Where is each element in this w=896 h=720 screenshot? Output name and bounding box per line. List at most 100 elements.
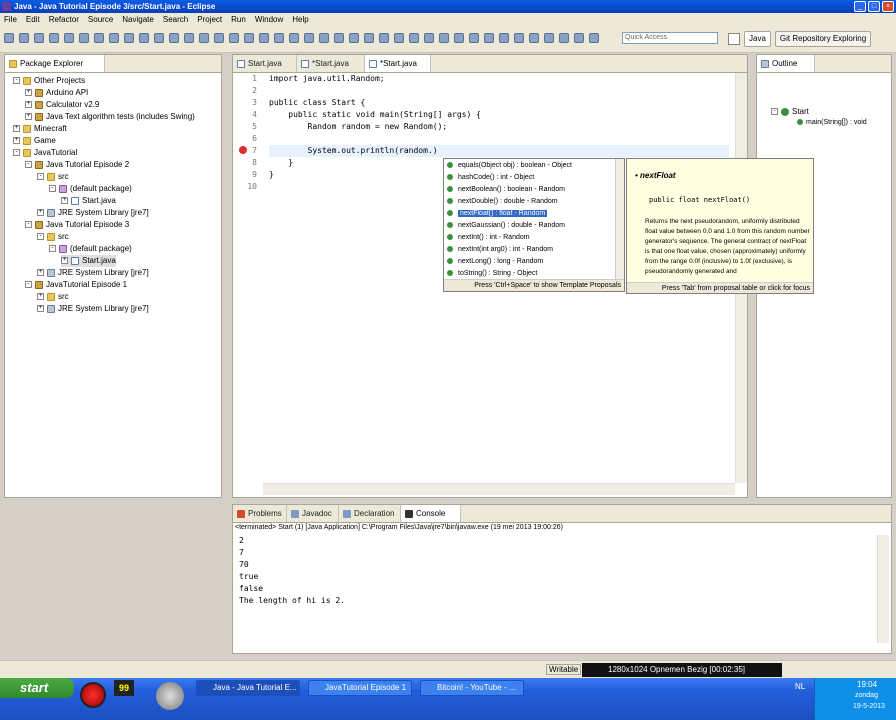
menu-navigate[interactable]: Navigate bbox=[122, 15, 154, 24]
new-icon[interactable] bbox=[139, 33, 149, 43]
expand-toggle-icon[interactable]: + bbox=[37, 269, 44, 277]
tree-item[interactable]: - JavaTutorial bbox=[13, 147, 77, 159]
tree-item[interactable]: + Java Text algorithm tests (includes Swi… bbox=[25, 111, 195, 123]
tab-console[interactable]: Console bbox=[401, 505, 461, 522]
tree-item[interactable]: - src bbox=[37, 231, 69, 243]
menu-refactor[interactable]: Refactor bbox=[49, 15, 79, 24]
back-icon[interactable] bbox=[109, 33, 119, 43]
debug-icon[interactable] bbox=[589, 33, 599, 43]
save-icon[interactable] bbox=[559, 33, 569, 43]
tree-item[interactable]: - Other Projects bbox=[13, 75, 85, 87]
forward-icon[interactable] bbox=[124, 33, 134, 43]
tree-item[interactable]: - Java Tutorial Episode 3 bbox=[25, 219, 129, 231]
disc-quicklaunch-icon[interactable] bbox=[156, 682, 184, 710]
print-icon[interactable] bbox=[34, 33, 44, 43]
save-icon[interactable] bbox=[19, 33, 29, 43]
editor-tab-active[interactable]: *Start.java bbox=[365, 55, 431, 72]
taskbar-item-folder[interactable]: JavaTutorial Episode 1 bbox=[308, 680, 412, 696]
editor-tab[interactable]: *Start.java bbox=[297, 55, 365, 72]
app-quicklaunch-icon[interactable]: 99 bbox=[114, 680, 134, 696]
expand-toggle-icon[interactable]: - bbox=[37, 173, 44, 181]
git-perspective-button[interactable]: Git Repository Exploring bbox=[774, 31, 872, 47]
outline-class-node[interactable]: - Start bbox=[771, 107, 809, 116]
forward-icon[interactable] bbox=[394, 33, 404, 43]
record-icon[interactable] bbox=[80, 682, 106, 708]
back-icon[interactable] bbox=[244, 33, 254, 43]
expand-toggle-icon[interactable]: + bbox=[13, 125, 20, 133]
tree-item[interactable]: + JRE System Library [jre7] bbox=[37, 303, 149, 315]
tree-item[interactable]: + Game bbox=[13, 135, 56, 147]
proposal-item[interactable]: nextGaussian() : double - Random bbox=[444, 220, 614, 232]
new-icon[interactable] bbox=[274, 33, 284, 43]
back-icon[interactable] bbox=[514, 33, 524, 43]
java-perspective-button[interactable]: Java bbox=[744, 31, 771, 47]
menu-window[interactable]: Window bbox=[255, 15, 283, 24]
search-icon[interactable] bbox=[214, 33, 224, 43]
save-icon[interactable] bbox=[154, 33, 164, 43]
open-perspective-icon[interactable] bbox=[728, 33, 740, 45]
tab-outline[interactable]: Outline bbox=[757, 55, 815, 72]
code-line[interactable]: public static void main(String[] args) { bbox=[269, 109, 481, 121]
start-button[interactable]: start bbox=[0, 678, 74, 698]
print-icon[interactable] bbox=[169, 33, 179, 43]
javadoc-hover[interactable]: • nextFloat public float nextFloat() Ret… bbox=[626, 158, 814, 294]
console-output[interactable]: 2 7 70 true false The length of hi is 2. bbox=[233, 535, 873, 645]
new-icon[interactable] bbox=[4, 33, 14, 43]
open-type-icon[interactable] bbox=[499, 33, 509, 43]
tree-item[interactable]: + JRE System Library [jre7] bbox=[37, 267, 149, 279]
menu-source[interactable]: Source bbox=[88, 15, 113, 24]
quick-access-input[interactable]: Quick Access bbox=[622, 32, 718, 44]
tree-item[interactable]: - JavaTutorial Episode 1 bbox=[25, 279, 127, 291]
expand-toggle-icon[interactable]: + bbox=[37, 209, 44, 217]
tree-item[interactable]: - (default package) bbox=[49, 183, 132, 195]
language-indicator[interactable]: NL bbox=[795, 682, 805, 691]
forward-icon[interactable] bbox=[529, 33, 539, 43]
expand-toggle-icon[interactable]: + bbox=[25, 89, 32, 97]
expand-toggle-icon[interactable]: - bbox=[37, 233, 44, 241]
save-icon[interactable] bbox=[289, 33, 299, 43]
editor-tab[interactable]: Start.java bbox=[233, 55, 297, 72]
expand-toggle-icon[interactable]: + bbox=[13, 137, 20, 145]
menu-run[interactable]: Run bbox=[231, 15, 246, 24]
code-line[interactable]: } bbox=[269, 169, 274, 181]
outline-method-node[interactable]: main(String[]) : void bbox=[797, 119, 867, 126]
recorder-status[interactable]: 1280x1024 Opnemen Bezig [00:02:35] bbox=[582, 663, 782, 677]
expand-toggle-icon[interactable]: - bbox=[25, 281, 32, 289]
tree-item[interactable]: + Start.java bbox=[61, 195, 116, 207]
proposal-item[interactable]: nextFloat() : float - Random bbox=[444, 208, 614, 220]
save-icon[interactable] bbox=[424, 33, 434, 43]
menu-edit[interactable]: Edit bbox=[26, 15, 40, 24]
run-icon[interactable] bbox=[334, 33, 344, 43]
debug-icon[interactable] bbox=[319, 33, 329, 43]
expand-toggle-icon[interactable]: - bbox=[13, 149, 20, 157]
print-icon[interactable] bbox=[304, 33, 314, 43]
proposal-item[interactable]: nextInt() : int - Random bbox=[444, 232, 614, 244]
tree-item[interactable]: + JRE System Library [jre7] bbox=[37, 207, 149, 219]
new-icon[interactable] bbox=[544, 33, 554, 43]
new-icon[interactable] bbox=[409, 33, 419, 43]
proposal-item[interactable]: nextDouble() : double - Random bbox=[444, 196, 614, 208]
run-icon[interactable] bbox=[469, 33, 479, 43]
tab-package-explorer[interactable]: Package Explorer bbox=[5, 55, 105, 72]
expand-toggle-icon[interactable]: + bbox=[37, 293, 44, 301]
tab-problems[interactable]: Problems bbox=[233, 505, 287, 522]
minimize-button[interactable]: _ bbox=[854, 1, 866, 12]
code-line[interactable]: System.out.println(random.) bbox=[269, 145, 729, 157]
tab-declaration[interactable]: Declaration bbox=[339, 505, 401, 522]
open-type-icon[interactable] bbox=[94, 33, 104, 43]
menu-file[interactable]: File bbox=[4, 15, 17, 24]
console-scrollbar[interactable] bbox=[877, 535, 889, 643]
menu-search[interactable]: Search bbox=[163, 15, 188, 24]
forward-icon[interactable] bbox=[259, 33, 269, 43]
expand-toggle-icon[interactable]: - bbox=[13, 77, 20, 85]
back-icon[interactable] bbox=[379, 33, 389, 43]
proposal-item[interactable]: nextLong() : long - Random bbox=[444, 256, 614, 268]
tree-item[interactable]: + Calculator v2.9 bbox=[25, 99, 99, 111]
taskbar-item-firefox[interactable]: Bitcoin! - YouTube - ... bbox=[420, 680, 524, 696]
expand-toggle-icon[interactable]: - bbox=[49, 245, 56, 253]
expand-toggle-icon[interactable]: + bbox=[61, 197, 68, 205]
debug-icon[interactable] bbox=[49, 33, 59, 43]
expand-toggle-icon[interactable]: - bbox=[49, 185, 56, 193]
search-icon[interactable] bbox=[484, 33, 494, 43]
open-type-icon[interactable] bbox=[229, 33, 239, 43]
